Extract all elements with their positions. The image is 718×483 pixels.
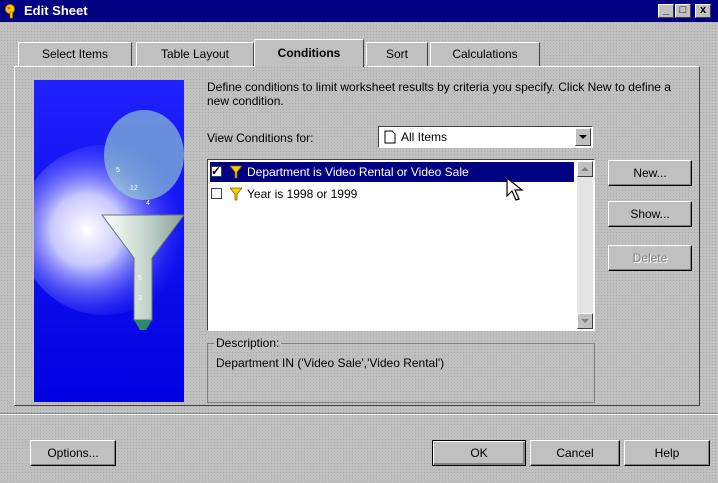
scroll-down-icon[interactable] xyxy=(577,313,593,329)
tab-label: Conditions xyxy=(277,46,341,60)
view-conditions-label: View Conditions for: xyxy=(207,131,314,145)
tab-conditions[interactable]: Conditions xyxy=(254,39,364,67)
condition-text: Department is Video Rental or Video Sale xyxy=(247,165,469,179)
footer-divider xyxy=(0,413,718,415)
tab-table-layout[interactable]: Table Layout xyxy=(136,42,254,66)
chevron-down-icon[interactable] xyxy=(575,128,591,146)
svg-text:3: 3 xyxy=(138,295,142,302)
cancel-button[interactable]: Cancel xyxy=(530,440,620,466)
conditions-instructions: Define conditions to limit worksheet res… xyxy=(207,80,671,108)
svg-text:4: 4 xyxy=(146,200,150,207)
description-text: Department IN ('Video Sale','Video Renta… xyxy=(216,356,445,370)
svg-text:5: 5 xyxy=(138,275,142,282)
new-button[interactable]: New... xyxy=(608,160,692,186)
conditions-list[interactable]: ✓ Department is Video Rental or Video Sa… xyxy=(207,159,595,331)
vertical-scrollbar[interactable] xyxy=(577,161,593,329)
mouse-cursor-icon xyxy=(506,177,524,201)
tab-calculations[interactable]: Calculations xyxy=(430,42,540,66)
button-label: Show... xyxy=(630,207,670,221)
scroll-up-icon[interactable] xyxy=(577,161,593,177)
ok-button[interactable]: OK xyxy=(432,440,526,466)
options-button[interactable]: Options... xyxy=(30,440,116,466)
tab-label: Select Items xyxy=(41,47,109,61)
description-legend: Description: xyxy=(214,336,282,350)
button-label: Cancel xyxy=(556,446,594,460)
tab-label: Sort xyxy=(385,47,408,61)
tab-sort[interactable]: Sort xyxy=(366,42,428,66)
button-label: OK xyxy=(470,446,488,460)
funnel-icon xyxy=(230,165,242,179)
window-title: Edit Sheet xyxy=(24,3,88,18)
svg-text:12: 12 xyxy=(130,185,138,192)
svg-text:5: 5 xyxy=(116,167,120,174)
delete-button[interactable]: Delete xyxy=(608,245,692,271)
description-group: Description: Department IN ('Video Sale'… xyxy=(207,336,595,403)
show-button[interactable]: Show... xyxy=(608,201,692,227)
help-button[interactable]: Help xyxy=(624,440,710,466)
button-label: Help xyxy=(654,446,680,460)
edit-sheet-dialog: Edit Sheet _ □ x Select Items Table Layo… xyxy=(0,0,718,483)
button-label: Delete xyxy=(632,251,668,265)
funnel-icon xyxy=(230,187,242,201)
tab-select-items[interactable]: Select Items xyxy=(18,42,132,66)
condition-checkbox[interactable] xyxy=(211,188,222,199)
maximize-button[interactable]: □ xyxy=(675,4,691,18)
key-icon xyxy=(5,4,15,19)
condition-checkbox[interactable]: ✓ xyxy=(211,164,222,178)
button-label: Options... xyxy=(47,446,99,460)
close-button[interactable]: x xyxy=(695,4,711,18)
title-bar[interactable]: Edit Sheet _ □ x xyxy=(0,0,718,22)
tab-label: Calculations xyxy=(452,47,518,61)
page-icon xyxy=(384,130,396,144)
view-conditions-value: All Items xyxy=(401,130,448,144)
funnel-illustration: 5 12 4 5 3 xyxy=(34,80,184,402)
view-conditions-select[interactable]: All Items xyxy=(378,126,593,148)
tab-label: Table Layout xyxy=(160,47,230,61)
button-label: New... xyxy=(633,166,667,180)
minimize-button[interactable]: _ xyxy=(658,4,674,18)
condition-text: Year is 1998 or 1999 xyxy=(247,187,358,201)
